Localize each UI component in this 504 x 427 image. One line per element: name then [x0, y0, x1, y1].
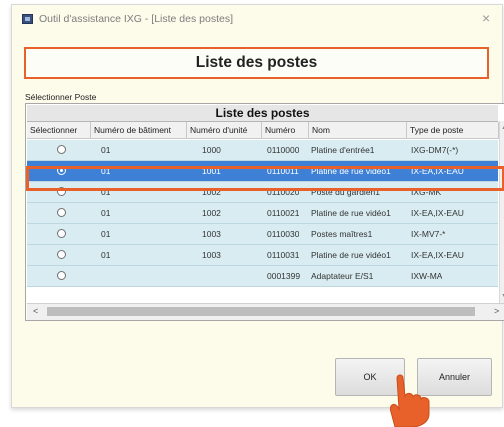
- table-row[interactable]: 0001399 Adaptateur E/S1 IXW-MA: [27, 266, 498, 287]
- table-row[interactable]: 01 1000 0110000 Platine d'entrée1 IXG-DM7(-*…: [27, 140, 498, 161]
- cell-type: IX-EA,IX-EAU: [411, 208, 464, 218]
- title-bar: Outil d'assistance IXG - [Liste des post…: [12, 5, 502, 35]
- cell-name: Platine d'entrée1: [311, 145, 375, 155]
- cell-name: Adaptateur E/S1: [311, 271, 374, 281]
- page-header: Liste des postes: [24, 47, 489, 79]
- table-row[interactable]: 01 1003 0110031 Platine de rue vidéo1 IX-EA,…: [27, 245, 498, 266]
- row-select-radio[interactable]: [57, 208, 66, 217]
- selected-row-highlight: [26, 166, 504, 191]
- scrollbar-thumb[interactable]: [47, 307, 475, 316]
- cell-unit: 1003: [202, 250, 221, 260]
- scroll-left-icon[interactable]: <: [33, 306, 38, 316]
- cell-building: 01: [101, 145, 111, 155]
- table-title: Liste des postes: [27, 105, 498, 122]
- column-header-number[interactable]: Numéro: [262, 122, 309, 139]
- cell-type: IXG-DM7(-*): [411, 145, 459, 155]
- row-select-radio[interactable]: [57, 250, 66, 259]
- cell-type: IXW-MA: [411, 271, 443, 281]
- column-header-select[interactable]: Sélectionner: [27, 122, 91, 139]
- cell-number: 0110031: [267, 250, 300, 260]
- station-table: Liste des postes Sélectionner Numéro de …: [25, 103, 504, 321]
- row-select-radio[interactable]: [57, 145, 66, 154]
- page-title: Liste des postes: [195, 54, 318, 71]
- cell-name: Platine de rue vidéo1: [311, 208, 391, 218]
- scroll-right-icon[interactable]: >: [494, 306, 499, 316]
- table-row[interactable]: 01 1002 0110021 Platine de rue vidéo1 IX-EA,…: [27, 203, 498, 224]
- vertical-scrollbar[interactable]: ▲ ▼: [499, 121, 504, 303]
- column-header-name[interactable]: Nom: [309, 122, 407, 139]
- horizontal-scrollbar[interactable]: < >: [27, 303, 504, 320]
- row-select-radio[interactable]: [57, 229, 66, 238]
- column-header-type[interactable]: Type de poste: [407, 122, 499, 139]
- cell-building: 01: [101, 208, 111, 218]
- cell-number: 0110000: [267, 145, 300, 155]
- select-station-label: Sélectionner Poste: [25, 92, 97, 102]
- cell-type: IX-MV7-*: [411, 229, 446, 239]
- dialog-window: Outil d'assistance IXG - [Liste des post…: [11, 4, 504, 408]
- cell-building: 01: [101, 229, 111, 239]
- column-header-building[interactable]: Numéro de bâtiment: [91, 122, 187, 139]
- app-icon: [22, 14, 33, 24]
- cell-number: 0001399: [267, 271, 301, 281]
- cell-name: Platine de rue vidéo1: [311, 250, 391, 260]
- row-select-radio[interactable]: [57, 271, 66, 280]
- window-title: Outil d'assistance IXG - [Liste des post…: [39, 13, 234, 25]
- cell-building: 01: [101, 250, 111, 260]
- cell-type: IX-EA,IX-EAU: [411, 250, 464, 260]
- pointer-hand-icon: [390, 374, 430, 427]
- column-header-unit[interactable]: Numéro d'unité: [187, 122, 262, 139]
- cell-name: Postes maîtres1: [311, 229, 373, 239]
- cell-unit: 1003: [202, 229, 221, 239]
- cell-number: 0110030: [267, 229, 300, 239]
- cell-number: 0110021: [267, 208, 300, 218]
- close-icon[interactable]: ×: [482, 9, 490, 27]
- cell-unit: 1002: [202, 208, 221, 218]
- table-row[interactable]: 01 1003 0110030 Postes maîtres1 IX-MV7-*: [27, 224, 498, 245]
- cell-unit: 1000: [202, 145, 221, 155]
